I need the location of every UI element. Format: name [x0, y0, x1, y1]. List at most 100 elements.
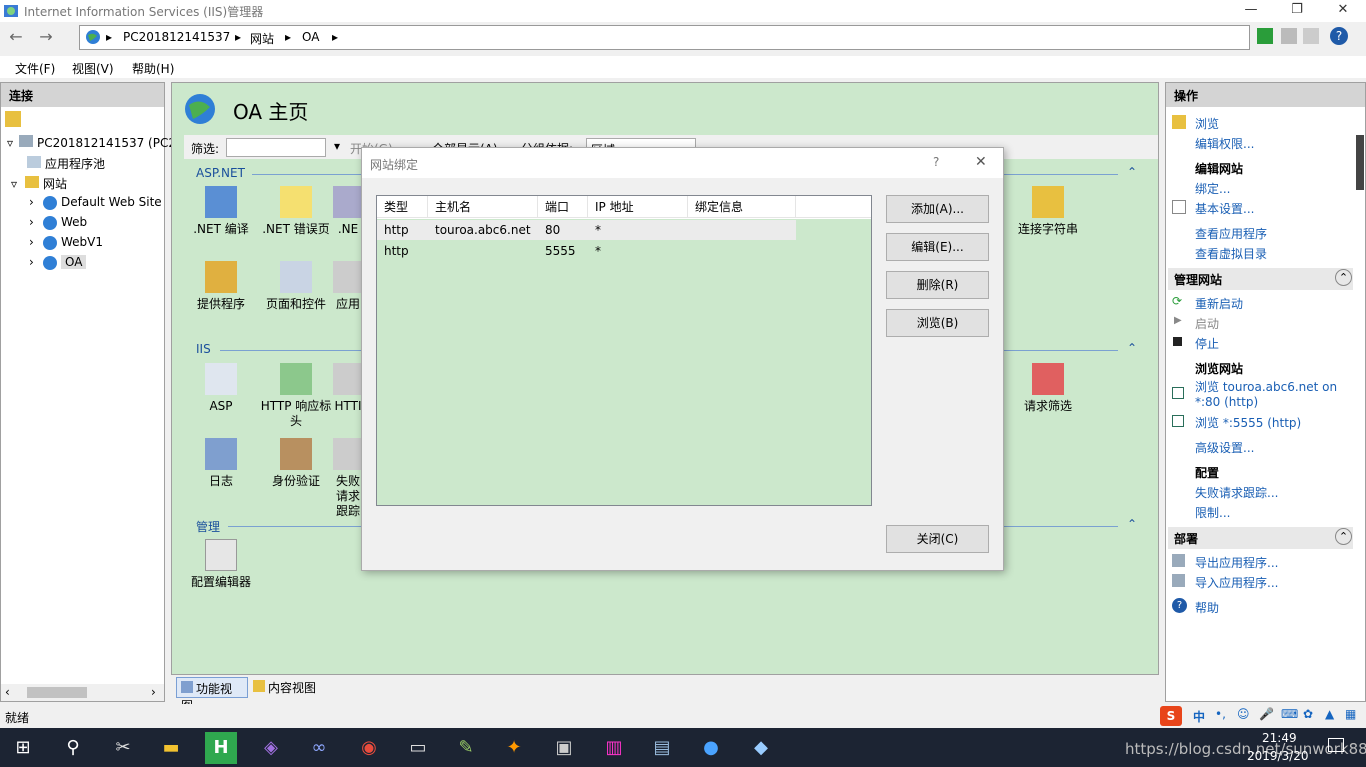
feature-pages-controls[interactable]: 页面和控件 [258, 261, 334, 312]
action-browse[interactable]: 浏览 [1195, 115, 1219, 132]
feature-authentication[interactable]: 身份验证 [258, 438, 334, 489]
tab-content-view[interactable]: 内容视图 [253, 679, 316, 696]
emoji-icon[interactable]: ☺ [1237, 707, 1250, 721]
collapse-icon[interactable]: ⌃ [1335, 269, 1352, 286]
paint-icon[interactable]: ✦ [498, 732, 530, 764]
punctuation-icon[interactable]: •, [1215, 707, 1226, 721]
chevron-down-icon[interactable]: ▾ [334, 139, 340, 153]
collapse-icon[interactable]: ⌃ [1127, 165, 1137, 179]
action-import-app[interactable]: 导入应用程序... [1195, 574, 1278, 591]
minimize-button[interactable]: — [1228, 0, 1274, 22]
feature-app-partial[interactable]: 应用 [333, 261, 363, 312]
search-icon[interactable]: ⚲ [57, 732, 89, 764]
action-stop[interactable]: 停止 [1195, 335, 1219, 352]
feature-http-headers[interactable]: HTTP 响应标头 [258, 363, 334, 429]
breadcrumb-server[interactable]: PC201812141537 [123, 30, 230, 44]
back-arrow-icon[interactable]: ← [4, 26, 28, 50]
home-icon[interactable] [1303, 28, 1319, 44]
iis-taskbar-icon[interactable]: ▤ [646, 732, 678, 764]
action-browse-host[interactable]: 浏览 touroa.abc6.net on [1195, 378, 1337, 395]
restore-button[interactable]: ❐ [1274, 0, 1320, 22]
table-row[interactable]: http touroa.abc6.net 80 * [377, 220, 796, 240]
edit-button[interactable]: 编辑(E)... [886, 233, 989, 261]
keyboard-icon[interactable]: ⌨ [1281, 707, 1298, 721]
tree-server[interactable]: ▿ PC201812141537 (PC20 [7, 135, 184, 150]
hbuilder-icon[interactable]: H [205, 732, 237, 764]
color-bars-icon[interactable]: ▥ [598, 732, 630, 764]
remote-desktop-icon[interactable]: ▭ [402, 732, 434, 764]
close-dialog-button[interactable]: 关闭(C) [886, 525, 989, 553]
clock-date[interactable]: 2019/3/20 [1247, 749, 1309, 763]
section-iis[interactable]: IIS [196, 342, 211, 356]
notification-icon[interactable] [1328, 738, 1344, 752]
action-view-applications[interactable]: 查看应用程序 [1195, 225, 1267, 242]
tree-app-pools[interactable]: 应用程序池 [27, 155, 105, 172]
remove-button[interactable]: 删除(R) [886, 271, 989, 299]
feature-failed-partial[interactable]: 失败请求跟踪 [333, 438, 363, 519]
tree-webv1[interactable]: › WebV1 [29, 235, 103, 250]
tree-web[interactable]: › Web [29, 215, 87, 230]
action-bindings[interactable]: 绑定... [1195, 180, 1230, 197]
action-view-virtual-dirs[interactable]: 查看虚拟目录 [1195, 245, 1267, 262]
feature-net-partial[interactable]: .NE [333, 186, 363, 237]
action-limits[interactable]: 限制... [1195, 504, 1230, 521]
action-help[interactable]: 帮助 [1195, 599, 1219, 616]
menu-help[interactable]: 帮助(H) [132, 60, 174, 77]
clock-time[interactable]: 21:49 [1262, 731, 1297, 745]
action-browse-5555[interactable]: 浏览 *:5555 (http) [1195, 414, 1301, 431]
column-type[interactable]: 类型 [377, 196, 428, 218]
tab-features-view[interactable]: 功能视图 [176, 677, 248, 713]
tree-sites[interactable]: ▿ 网站 [11, 175, 67, 192]
microphone-icon[interactable]: 🎤 [1259, 707, 1274, 721]
feature-config-editor[interactable]: 配置编辑器 [183, 539, 259, 590]
feature-net-compile[interactable]: .NET 编译 [183, 186, 259, 237]
terminal-icon[interactable]: ▣ [548, 732, 580, 764]
add-button[interactable]: 添加(A)... [886, 195, 989, 223]
vertical-scrollbar[interactable] [1356, 135, 1364, 190]
column-port[interactable]: 端口 [538, 196, 588, 218]
tools-icon[interactable]: ✂ [107, 732, 139, 764]
dialog-help-button[interactable]: ? [933, 155, 939, 169]
dialog-close-button[interactable]: ✕ [975, 154, 987, 170]
section-manage[interactable]: 管理 [196, 518, 220, 535]
help-icon[interactable]: ? [1330, 27, 1348, 45]
chrome-icon[interactable]: ◉ [353, 732, 385, 764]
section-manage-site[interactable]: 管理网站 [1168, 268, 1353, 290]
connect-icon[interactable] [5, 111, 21, 127]
column-ip[interactable]: IP 地址 [588, 196, 688, 218]
action-failed-trace[interactable]: 失败请求跟踪... [1195, 484, 1278, 501]
app-blue-icon[interactable]: ◆ [745, 732, 777, 764]
forward-arrow-icon[interactable]: → [34, 26, 58, 50]
collapse-icon[interactable]: ⌃ [1335, 528, 1352, 545]
table-row[interactable]: http 5555 * [377, 241, 796, 261]
shirt-icon[interactable]: ▲ [1325, 707, 1334, 721]
action-restart[interactable]: 重新启动 [1195, 295, 1243, 312]
app-s-icon[interactable]: ● [695, 732, 727, 764]
action-edit-permissions[interactable]: 编辑权限... [1195, 135, 1254, 152]
action-export-app[interactable]: 导出应用程序... [1195, 554, 1278, 571]
feature-net-error-pages[interactable]: .NET 错误页 [258, 186, 334, 237]
feature-logging[interactable]: 日志 [183, 438, 259, 489]
column-binding-info[interactable]: 绑定信息 [688, 196, 796, 218]
refresh-icon[interactable] [1257, 28, 1273, 44]
feature-connection-strings[interactable]: 连接字符串 [1008, 186, 1088, 237]
breadcrumb-oa[interactable]: OA [302, 30, 319, 44]
filter-input[interactable] [226, 138, 326, 157]
feature-request-filtering[interactable]: 请求筛选 [1008, 363, 1088, 414]
scrollbar-thumb[interactable] [27, 687, 87, 698]
action-basic-settings[interactable]: 基本设置... [1195, 200, 1254, 217]
menu-file[interactable]: 文件(F) [15, 60, 55, 77]
tree-default-site[interactable]: › Default Web Site [29, 195, 162, 210]
browse-button[interactable]: 浏览(B) [886, 309, 989, 337]
notepad-icon[interactable]: ✎ [450, 732, 482, 764]
ime-mode[interactable]: 中 [1193, 708, 1205, 725]
tree-oa[interactable]: › OA [29, 255, 87, 270]
action-start[interactable]: 启动 [1195, 315, 1219, 332]
visual-studio-icon[interactable]: ◈ [255, 732, 287, 764]
address-bar[interactable]: ▸ PC201812141537 ▸ 网站 ▸ OA ▸ [79, 25, 1250, 50]
horizontal-scrollbar[interactable]: ‹ › [1, 684, 164, 701]
feature-providers[interactable]: 提供程序 [183, 261, 259, 312]
feature-http-partial[interactable]: HTTI [333, 363, 363, 414]
collapse-icon[interactable]: ⌃ [1127, 341, 1137, 355]
close-button[interactable]: ✕ [1320, 0, 1366, 22]
